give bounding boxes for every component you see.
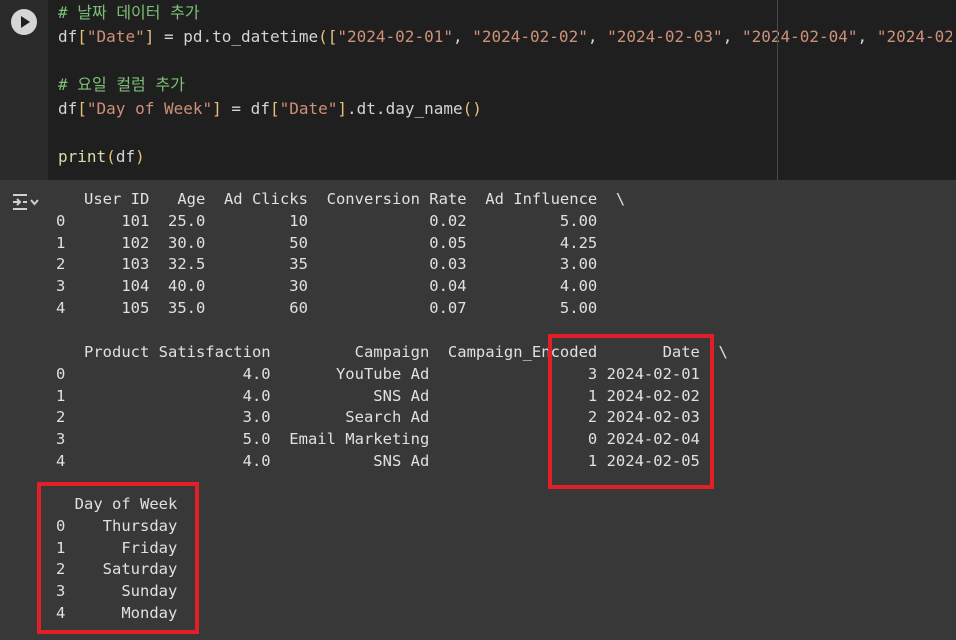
- output-row: 3 104 40.0 30 0.04 4.00: [56, 277, 598, 296]
- output-row: 0 101 25.0 10 0.02 5.00: [56, 211, 598, 230]
- code-token: "2024-02-03": [607, 27, 723, 46]
- code-token: [: [77, 27, 87, 46]
- code-token: = pd.to_datetime: [154, 27, 319, 46]
- code-token: "2024-02-04": [741, 27, 858, 46]
- code-line: # 요일 컬럼 추가: [58, 73, 952, 97]
- code-line: df["Day of Week"] = df["Date"].dt.day_na…: [58, 97, 952, 121]
- code-token: "2024-02-02": [472, 27, 588, 46]
- code-token: df: [115, 147, 136, 166]
- cell-output: User ID Age Ad Clicks Conversion Rate Ad…: [0, 180, 956, 640]
- code-token: # 날짜 데이터 추가: [58, 3, 200, 22]
- cell-gutter: [0, 0, 48, 180]
- dataframe-output-part1: User ID Age Ad Clicks Conversion Rate Ad…: [56, 189, 625, 320]
- code-token: # 요일 컬럼 추가: [58, 75, 185, 94]
- output-row: 2 103 32.5 35 0.03 3.00: [56, 255, 598, 274]
- output-row: 1 102 30.0 50 0.05 4.25: [56, 233, 598, 252]
- run-cell-button[interactable]: [11, 9, 37, 35]
- output-row: User ID Age Ad Clicks Conversion Rate Ad…: [56, 190, 626, 208]
- code-token: df: [58, 27, 78, 46]
- code-token: ,: [722, 27, 742, 46]
- code-token: ]: [337, 99, 348, 118]
- code-token: "2024-02-01": [337, 27, 453, 46]
- code-token: ]: [144, 27, 155, 46]
- code-token: [: [269, 99, 280, 118]
- code-token: "Day of Week": [86, 99, 213, 118]
- code-token: (: [106, 147, 116, 166]
- code-token: ,: [452, 27, 473, 46]
- code-token: "Date": [86, 27, 145, 46]
- code-line: print(df): [58, 145, 952, 169]
- code-token: print: [58, 147, 107, 166]
- line-length-ruler: [777, 0, 778, 180]
- code-token: .dt.day_name: [347, 99, 463, 118]
- code-token: ([: [318, 27, 338, 46]
- code-editor[interactable]: # 날짜 데이터 추가 df["Date"] = pd.to_datetime([…: [58, 0, 952, 180]
- code-token: df: [58, 99, 78, 118]
- day-of-week-highlight: [37, 482, 199, 634]
- output-collapse-icon[interactable]: [11, 192, 41, 212]
- code-token: "Date": [279, 99, 338, 118]
- code-token: (): [462, 99, 482, 118]
- code-token: ): [135, 147, 145, 166]
- code-line: # 날짜 데이터 추가: [58, 1, 952, 25]
- code-line: df["Date"] = pd.to_datetime(["2024-02-01…: [58, 25, 952, 49]
- output-row: 4 105 35.0 60 0.07 5.00: [56, 298, 598, 317]
- code-token: "2024-02-05": [876, 27, 952, 46]
- code-token: ]: [212, 99, 222, 118]
- code-token: ,: [587, 27, 608, 46]
- date-column-highlight: [548, 334, 714, 489]
- code-token: ,: [857, 27, 877, 46]
- code-token: = df: [221, 99, 270, 118]
- code-cell[interactable]: # 날짜 데이터 추가 df["Date"] = pd.to_datetime([…: [0, 0, 956, 180]
- code-token: [: [77, 99, 87, 118]
